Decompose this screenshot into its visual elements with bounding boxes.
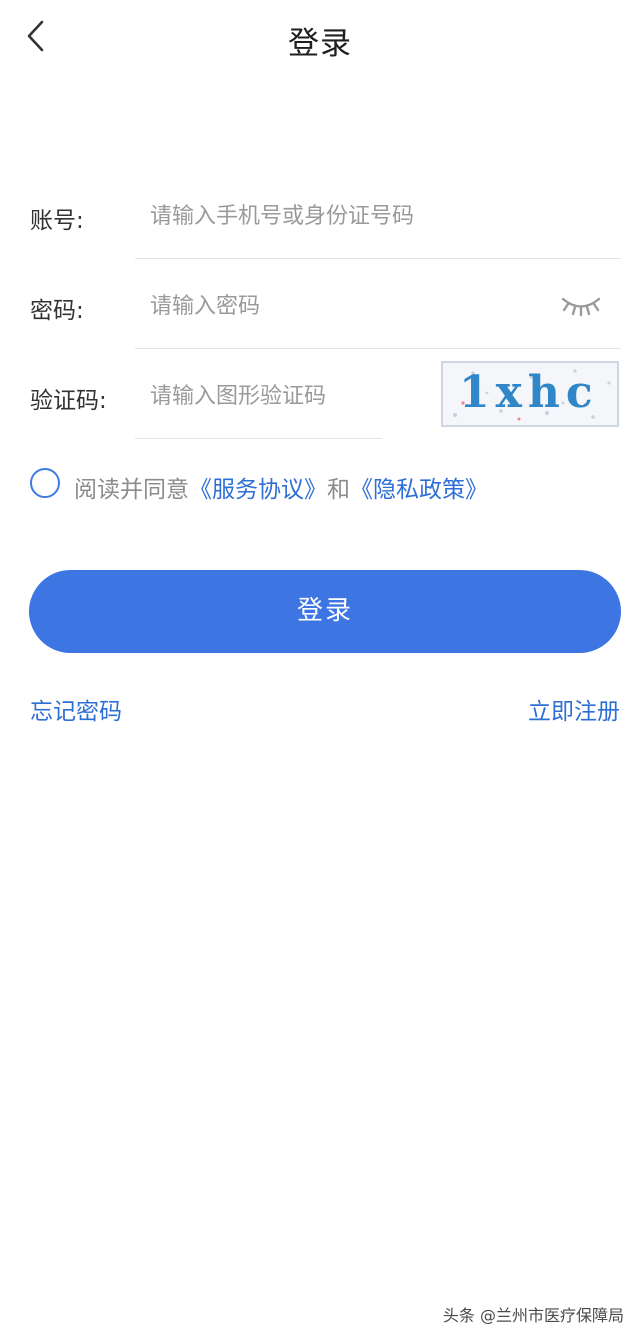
captcha-label: 验证码: — [30, 388, 107, 414]
agreement-prefix: 阅读并同意 — [74, 477, 189, 503]
captcha-input[interactable] — [136, 374, 376, 418]
account-row: 账号: — [0, 180, 640, 260]
login-button[interactable]: 登录 — [29, 570, 621, 653]
forgot-password-link[interactable]: 忘记密码 — [30, 692, 122, 726]
password-input[interactable] — [136, 284, 546, 328]
header-bar: 登录 — [0, 0, 640, 84]
agreement-checkbox[interactable] — [30, 468, 60, 498]
captcha-row: 验证码: 1xhc — [0, 360, 640, 440]
page-title: 登录 — [288, 26, 352, 62]
agreement-and: 和 — [327, 477, 350, 503]
eye-closed-icon — [561, 297, 601, 317]
agreement-row: 阅读并同意《服务协议》和《隐私政策》 — [30, 466, 630, 506]
account-input[interactable] — [136, 194, 616, 238]
agreement-text: 阅读并同意《服务协议》和《隐私政策》 — [74, 470, 488, 504]
watermark-text: 头条 @兰州市医疗保障局 — [442, 1306, 624, 1325]
account-divider — [135, 258, 621, 259]
privacy-policy-link[interactable]: 《隐私政策》 — [350, 477, 488, 503]
password-divider — [135, 348, 621, 349]
captcha-image[interactable]: 1xhc — [441, 361, 619, 427]
captcha-graphic: 1xhc — [453, 367, 611, 421]
password-visibility-toggle[interactable] — [558, 290, 604, 320]
account-label: 账号: — [30, 208, 84, 234]
register-link[interactable]: 立即注册 — [528, 692, 620, 726]
captcha-divider — [135, 438, 382, 439]
captcha-text: 1xhc — [459, 367, 599, 418]
password-label: 密码: — [30, 298, 84, 324]
service-agreement-link[interactable]: 《服务协议》 — [189, 477, 327, 503]
password-row: 密码: — [0, 270, 640, 350]
